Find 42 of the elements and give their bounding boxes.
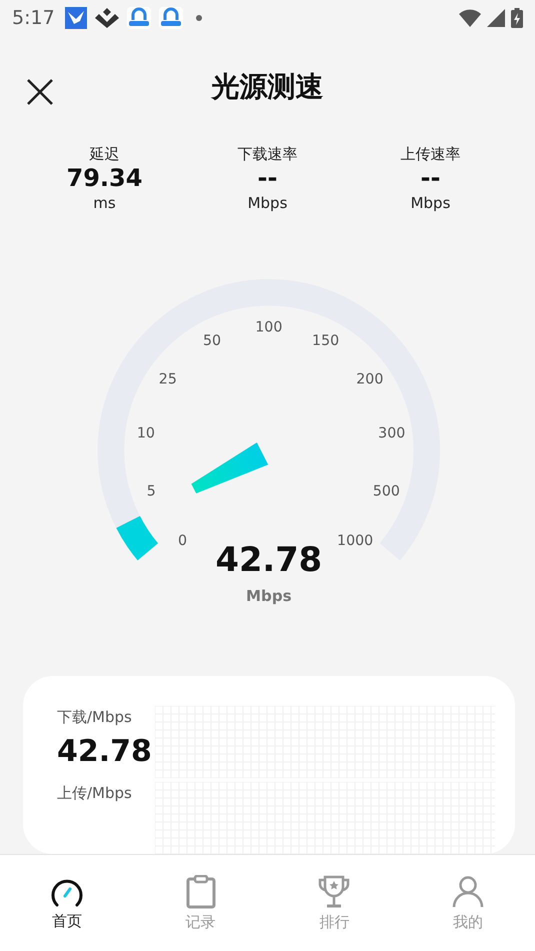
gauge-tick-label: 500 <box>372 483 400 500</box>
gauge-tick-label: 150 <box>312 332 340 349</box>
speed-unit: Mbps <box>246 586 292 605</box>
gauge-fill <box>116 515 158 560</box>
person-icon <box>452 874 484 908</box>
signal-icon <box>487 9 505 27</box>
nav-tab[interactable]: 我的 <box>401 855 535 951</box>
stat-unit: Mbps <box>410 192 450 214</box>
result-value: 42.78 <box>57 733 153 771</box>
stat-label: 延迟 <box>90 144 120 164</box>
page-title: 光源测速 <box>212 68 324 105</box>
nav-tab[interactable]: 记录 <box>134 855 268 951</box>
result-label: 上传/Mbps <box>57 783 133 804</box>
diamond-app-icon <box>94 8 119 28</box>
status-time: 5:17 <box>12 7 55 29</box>
result-label: 下载/Mbps <box>57 707 133 728</box>
gauge-tick-label: 300 <box>378 425 406 442</box>
trophy-icon <box>317 874 352 908</box>
gauge-tick-label: 1000 <box>337 532 374 549</box>
battery-icon <box>511 8 523 28</box>
gauge-tick-label: 100 <box>255 319 282 335</box>
stat-unit: Mbps <box>248 192 288 214</box>
nav-tab[interactable]: 首页 <box>0 855 134 951</box>
nav-tab[interactable]: 排行 <box>268 855 402 951</box>
clipboard-icon <box>186 874 216 908</box>
speed-value: 42.78 <box>216 540 322 579</box>
gauge-tick-label: 5 <box>146 483 156 500</box>
gauge-tick-label: 200 <box>356 370 384 387</box>
lock-app-icon <box>126 7 151 29</box>
wifi-icon <box>459 9 481 27</box>
gauge-tick-label: 0 <box>178 532 188 549</box>
stat-label: 上传速率 <box>400 144 460 164</box>
lock-app-icon <box>158 7 183 29</box>
gauge-tick-label: 25 <box>158 370 177 387</box>
stat-label: 下载速率 <box>238 144 298 164</box>
stat-value: -- <box>258 164 278 192</box>
stat-value: 79.34 <box>66 164 142 192</box>
gauge-tick-label: 10 <box>136 425 155 442</box>
stat-value: -- <box>420 164 440 192</box>
stat-unit: ms <box>93 192 116 214</box>
gauge-tick-label: 50 <box>203 332 222 349</box>
bird-app-icon <box>64 7 87 29</box>
